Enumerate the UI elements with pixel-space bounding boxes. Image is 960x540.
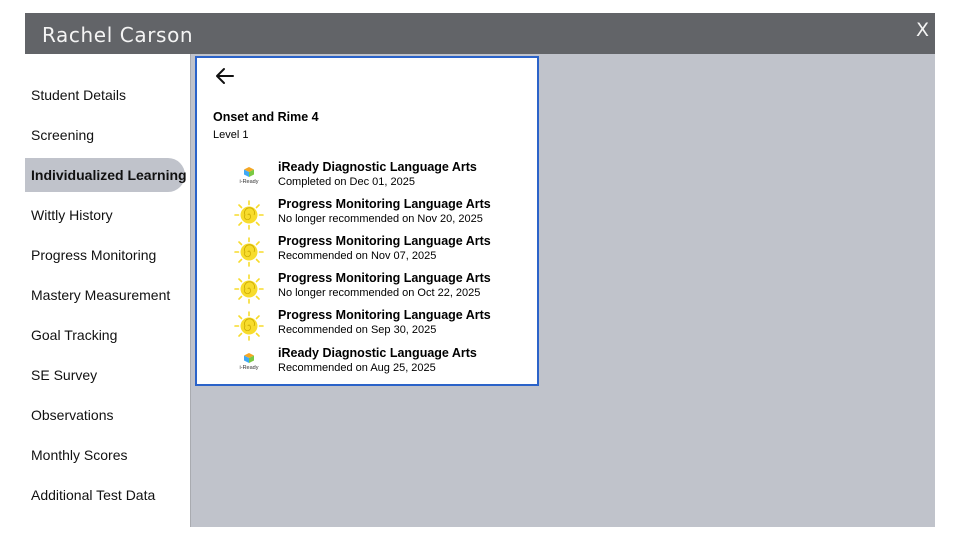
sidebar-item-goal-tracking[interactable]: Goal Tracking [25,318,185,352]
close-button[interactable]: X [916,19,929,41]
entry-name: Progress Monitoring Language Arts [278,271,491,285]
sun-icon [234,311,264,341]
student-window: Rachel Carson X Student Details Screenin… [25,13,935,527]
title-bar: Rachel Carson X [25,13,935,54]
list-item: i-Ready iReady Diagnostic Language Arts … [233,346,533,380]
sidebar-item-wittly-history[interactable]: Wittly History [25,198,185,232]
entry-status: No longer recommended on Nov 20, 2025 [278,213,483,225]
entry-name: iReady Diagnostic Language Arts [278,346,477,360]
sidebar: Student Details Screening Individualized… [25,54,191,527]
entry-name: iReady Diagnostic Language Arts [278,160,477,174]
sidebar-item-se-survey[interactable]: SE Survey [25,358,185,392]
learning-detail-panel: Onset and Rime 4 Level 1 i-Ready iReady … [195,56,539,386]
skill-title: Onset and Rime 4 [213,110,319,124]
sidebar-item-observations[interactable]: Observations [25,398,185,432]
sun-icon [234,237,264,267]
entry-name: Progress Monitoring Language Arts [278,234,491,248]
iready-icon: i-Ready [240,167,259,185]
arrow-left-icon[interactable] [213,64,237,88]
list-item: Progress Monitoring Language Arts No lon… [233,271,533,305]
sidebar-item-monthly-scores[interactable]: Monthly Scores [25,438,185,472]
sun-icon [234,274,264,304]
entry-status: No longer recommended on Oct 22, 2025 [278,287,481,299]
entry-name: Progress Monitoring Language Arts [278,197,491,211]
entry-status: Completed on Dec 01, 2025 [278,176,415,188]
iready-icon-text: i-Ready [240,365,259,371]
entry-status: Recommended on Aug 25, 2025 [278,362,436,374]
list-item: Progress Monitoring Language Arts Recomm… [233,234,533,268]
entry-status: Recommended on Nov 07, 2025 [278,250,437,262]
sidebar-item-individualized-learning[interactable]: Individualized Learning [25,158,187,192]
list-item: Progress Monitoring Language Arts No lon… [233,197,533,231]
window-title: Rachel Carson [42,23,194,47]
iready-icon-text: i-Ready [240,179,259,185]
sidebar-item-progress-monitoring[interactable]: Progress Monitoring [25,238,185,272]
list-item: Progress Monitoring Language Arts Recomm… [233,308,533,342]
sidebar-item-additional-test-data[interactable]: Additional Test Data [25,478,185,512]
skill-level: Level 1 [213,129,249,141]
sidebar-item-mastery-measurement[interactable]: Mastery Measurement [25,278,185,312]
sun-icon [234,200,264,230]
sidebar-item-student-details[interactable]: Student Details [25,78,185,112]
sidebar-item-screening[interactable]: Screening [25,118,185,152]
iready-icon: i-Ready [240,353,259,371]
entry-status: Recommended on Sep 30, 2025 [278,324,437,336]
list-item: i-Ready iReady Diagnostic Language Arts … [233,160,533,194]
entry-name: Progress Monitoring Language Arts [278,308,491,322]
